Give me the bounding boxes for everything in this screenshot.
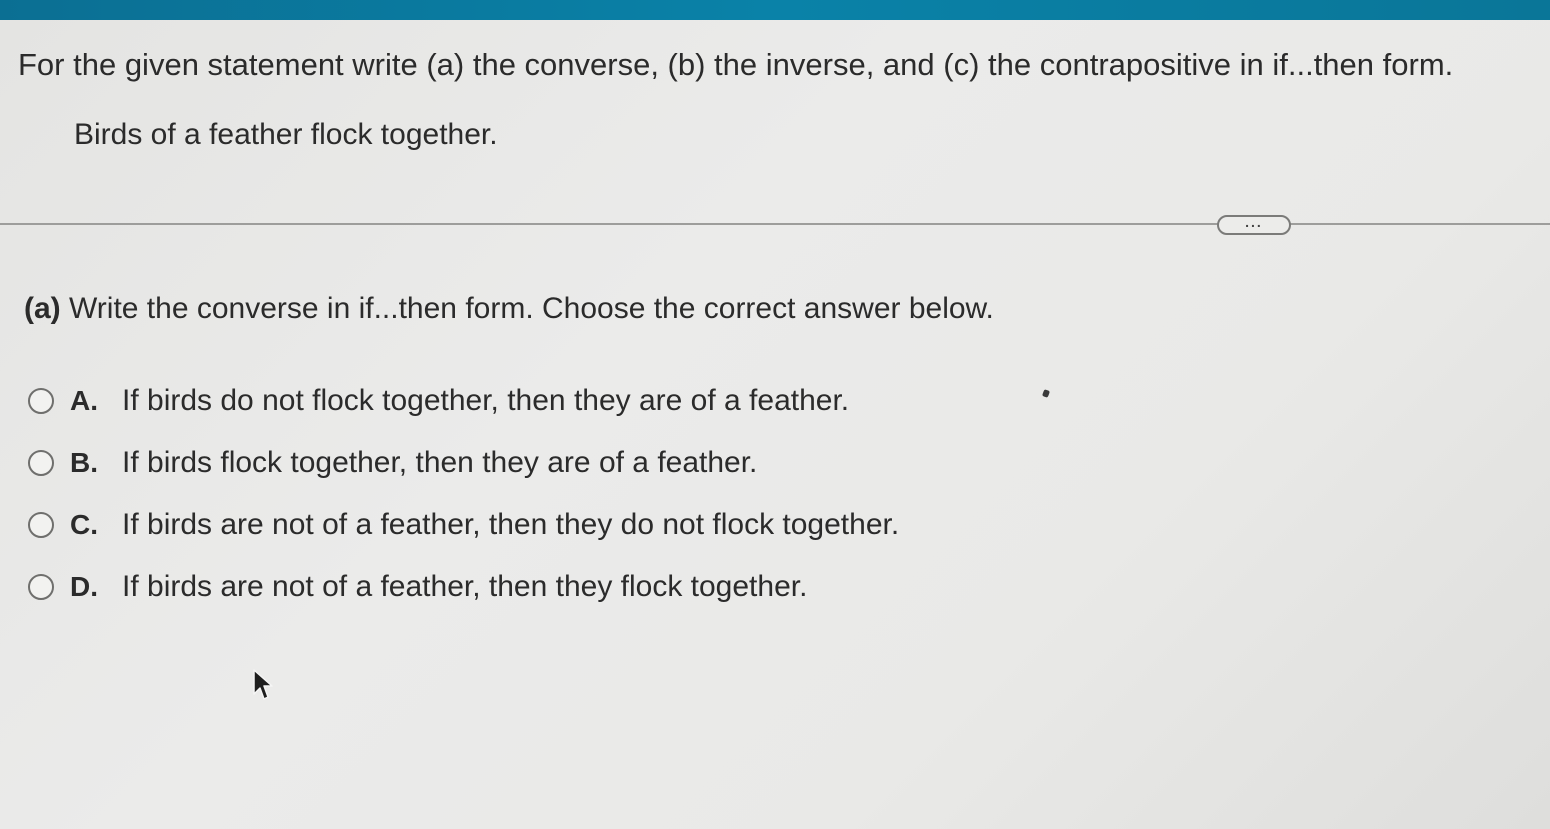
answer-option-d[interactable]: D. If birds are not of a feather, then t… xyxy=(28,565,807,609)
option-letter: D. xyxy=(70,571,98,602)
answer-option-a[interactable]: A. If birds do not flock together, then … xyxy=(28,379,849,423)
option-letter: A. xyxy=(70,385,98,416)
radio-button-d[interactable] xyxy=(28,574,54,600)
radio-button-a[interactable] xyxy=(28,388,54,414)
option-text: If birds are not of a feather, then they… xyxy=(122,570,808,603)
part-a-prompt-text: Write the converse in if...then form. Ch… xyxy=(69,292,994,325)
header-bar xyxy=(0,0,1550,20)
more-options-button[interactable]: ... xyxy=(1217,215,1291,235)
answer-option-b[interactable]: B. If birds flock together, then they ar… xyxy=(28,441,757,485)
option-letter: C. xyxy=(70,509,98,540)
option-text: If birds flock together, then they are o… xyxy=(122,446,758,479)
ellipsis-icon: ... xyxy=(1245,214,1263,230)
part-a-label: (a) xyxy=(24,292,61,325)
question-instruction: For the given statement write (a) the co… xyxy=(18,47,1454,82)
divider xyxy=(0,223,1550,225)
option-text: If birds do not flock together, then the… xyxy=(122,384,850,417)
screen-speck xyxy=(1041,389,1051,398)
radio-button-b[interactable] xyxy=(28,450,54,476)
option-letter: B. xyxy=(70,447,98,478)
radio-button-c[interactable] xyxy=(28,512,54,538)
option-text: If birds are not of a feather, then they… xyxy=(122,508,900,541)
mouse-pointer-icon xyxy=(253,669,273,700)
given-statement: Birds of a feather flock together. xyxy=(74,118,498,151)
part-a-prompt: (a) Write the converse in if...then form… xyxy=(24,288,994,330)
answer-option-c[interactable]: C. If birds are not of a feather, then t… xyxy=(28,503,899,547)
